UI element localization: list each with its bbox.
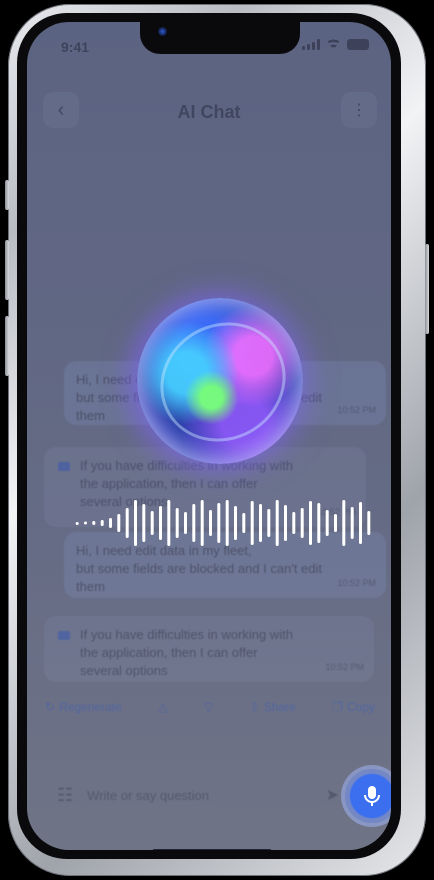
microphone-icon	[364, 786, 380, 806]
waveform-bar	[292, 512, 296, 534]
silent-switch	[5, 180, 9, 210]
waveform-bar	[284, 505, 287, 541]
waveform-bar	[267, 509, 271, 537]
waveform-bar	[209, 510, 212, 536]
waveform-bar	[92, 521, 96, 525]
waveform-bar	[217, 503, 221, 543]
microphone-button[interactable]	[345, 769, 391, 823]
volume-up-button	[5, 240, 9, 300]
waveform-bar	[259, 504, 262, 542]
waveform-bar	[159, 506, 162, 540]
waveform-bar	[309, 501, 312, 545]
waveform-bar	[350, 507, 354, 539]
waveform-bar	[84, 521, 87, 525]
volume-down-button	[5, 316, 9, 376]
waveform-bar	[175, 508, 179, 538]
waveform-bar	[234, 506, 237, 540]
waveform-bar	[117, 514, 121, 532]
waveform-bar	[200, 500, 204, 546]
waveform-bar	[75, 522, 79, 525]
waveform-bar	[167, 500, 171, 546]
camera-icon	[158, 27, 167, 36]
waveform-bar	[125, 508, 129, 538]
waveform-bar	[134, 500, 137, 546]
waveform-bar	[100, 520, 104, 526]
waveform-bar	[325, 510, 329, 536]
waveform-bar	[109, 518, 112, 528]
waveform-bar	[225, 500, 229, 546]
waveform-bar	[150, 511, 154, 535]
voice-assistant-orb	[137, 298, 303, 464]
waveform-bar	[334, 514, 337, 532]
screen: 9:41 ‹ AI Chat ⋮ Hi, I need edit data in…	[27, 22, 391, 850]
waveform-bar	[300, 508, 304, 538]
waveform-bar	[250, 501, 254, 545]
home-indicator	[152, 849, 272, 850]
waveform-bar	[359, 502, 362, 544]
waveform-bar	[192, 504, 196, 542]
voice-waveform	[75, 500, 371, 546]
waveform-bar	[184, 512, 187, 534]
waveform-bar	[275, 500, 279, 546]
waveform-bar	[242, 513, 246, 533]
waveform-bar	[342, 500, 346, 546]
waveform-bar	[317, 503, 321, 543]
waveform-bar	[367, 511, 371, 535]
waveform-bar	[142, 504, 146, 542]
power-button	[425, 244, 429, 334]
